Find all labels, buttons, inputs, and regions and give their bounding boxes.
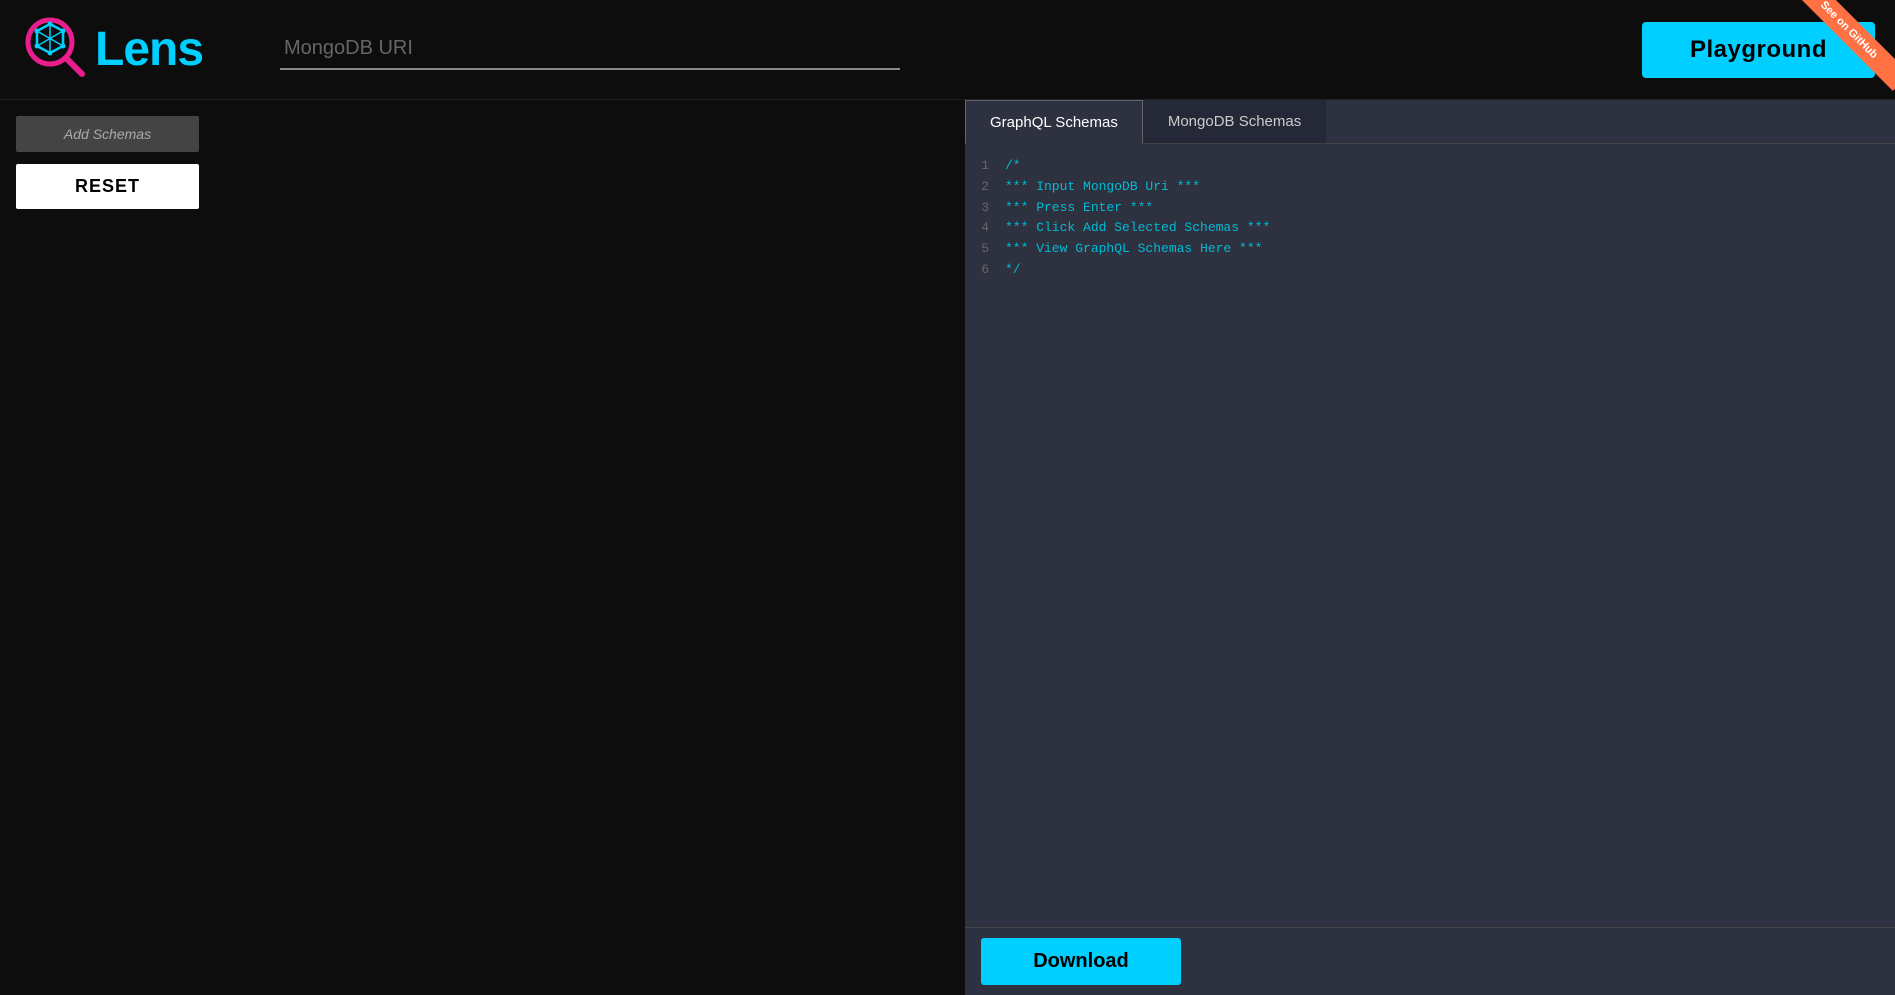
line-content: *** Press Enter *** <box>1005 198 1153 219</box>
code-line: 3 *** Press Enter *** <box>973 198 1883 219</box>
line-content: *** Input MongoDB Uri *** <box>1005 177 1200 198</box>
mongodb-uri-input[interactable] <box>280 29 900 70</box>
line-number: 5 <box>973 239 989 260</box>
line-number: 6 <box>973 260 989 281</box>
logo-text: Lens <box>95 22 203 77</box>
code-line: 2 *** Input MongoDB Uri *** <box>973 177 1883 198</box>
add-schema-button[interactable]: Add Schemas <box>16 116 199 152</box>
line-content: /* <box>1005 156 1021 177</box>
line-number: 1 <box>973 156 989 177</box>
code-line: 4 *** Click Add Selected Schemas *** <box>973 218 1883 239</box>
download-button[interactable]: Download <box>981 938 1181 985</box>
center-area <box>215 100 965 995</box>
download-area: Download <box>965 927 1895 995</box>
code-line: 6 */ <box>973 260 1883 281</box>
schema-panel: GraphQL Schemas MongoDB Schemas 1 /* 2 *** … <box>965 100 1895 995</box>
line-number: 4 <box>973 218 989 239</box>
line-content: */ <box>1005 260 1021 281</box>
reset-button[interactable]: RESET <box>16 164 199 209</box>
code-area: 1 /* 2 *** Input MongoDB Uri *** 3 *** Press … <box>965 144 1895 927</box>
line-content: *** Click Add Selected Schemas *** <box>1005 218 1270 239</box>
line-number: 3 <box>973 198 989 219</box>
line-content: *** View GraphQL Schemas Here *** <box>1005 239 1262 260</box>
line-number: 2 <box>973 177 989 198</box>
main-content: GraphQL Schemas MongoDB Schemas 1 /* 2 *** … <box>215 100 1895 995</box>
github-ribbon-link[interactable]: See on GitHub <box>1795 0 1895 91</box>
logo-area: Lens <box>20 12 240 87</box>
header: Lens Playground <box>0 0 1895 100</box>
code-line: 5 *** View GraphQL Schemas Here *** <box>973 239 1883 260</box>
tabs-container: GraphQL Schemas MongoDB Schemas <box>965 100 1895 144</box>
github-ribbon: See on GitHub <box>1795 0 1895 100</box>
tab-mongodb-schemas[interactable]: MongoDB Schemas <box>1143 100 1326 143</box>
logo-icon <box>20 12 95 87</box>
code-line: 1 /* <box>973 156 1883 177</box>
sidebar: Add Schemas RESET <box>0 100 215 995</box>
tab-graphql-schemas[interactable]: GraphQL Schemas <box>965 100 1143 144</box>
uri-input-area <box>240 29 1642 70</box>
